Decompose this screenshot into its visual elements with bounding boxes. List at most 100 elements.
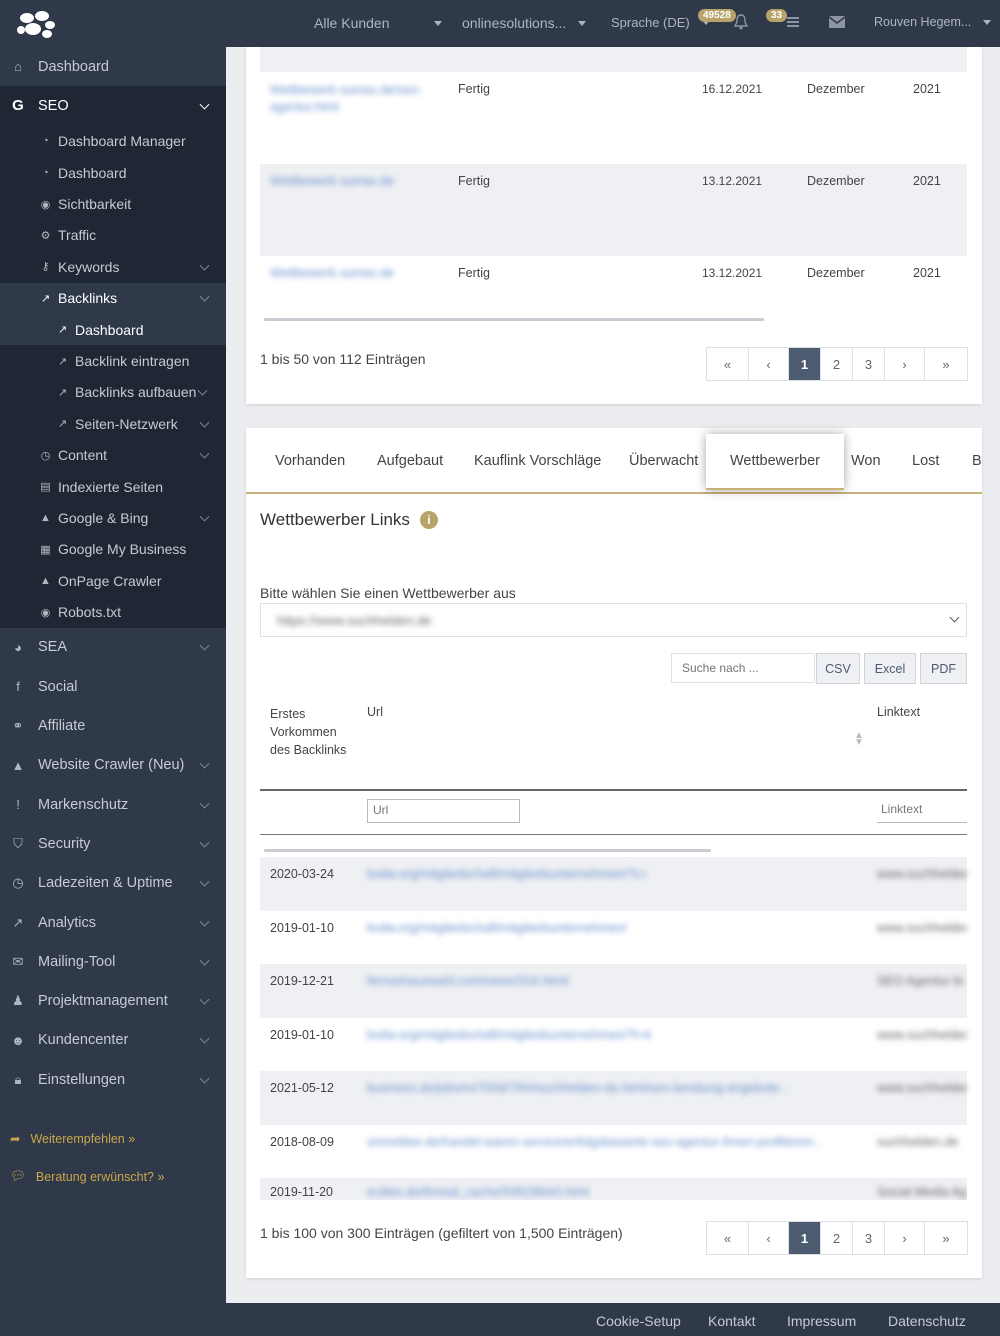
column-header-url[interactable]: Url: [367, 705, 383, 719]
sidebar-item-seiten-netzwerk[interactable]: ↗ Seiten-Netzwerk: [0, 408, 226, 439]
table-row[interactable]: 2019-11-20 ecities.de/thread_cache/50819…: [260, 1178, 967, 1200]
sidebar-item-traffic[interactable]: ⚙ Traffic: [0, 220, 226, 251]
page-3[interactable]: 3: [853, 348, 885, 380]
key-icon: ⚷: [41, 261, 50, 274]
chevron-down-icon: [199, 448, 210, 459]
sidebar-item-google-bing[interactable]: ▲ Google & Bing: [0, 502, 226, 533]
sidebar-item-website-crawler[interactable]: ▲ Website Crawler (Neu): [0, 746, 226, 785]
beratung-link[interactable]: 💬︎ Beratung erwünscht? »: [10, 1169, 164, 1184]
project-select[interactable]: onlinesolutions...: [462, 15, 587, 31]
page-prev[interactable]: ‹: [749, 348, 789, 380]
sidebar-item-indexierte-seiten[interactable]: ▤ Indexierte Seiten: [0, 471, 226, 502]
table-row[interactable]: Wettbewerb sumax.de/seo-agentur.html Fer…: [260, 72, 967, 164]
logo-icon[interactable]: [14, 8, 58, 40]
section-heading: Wettbewerber Links i: [260, 510, 438, 530]
language-select[interactable]: Sprache (DE): [611, 15, 710, 30]
chevron-down-icon: [197, 386, 208, 396]
customer-select[interactable]: Alle Kunden: [314, 15, 442, 31]
table-row[interactable]: 2019-01-10 bvdw.org/mitgliedschaft/mitgl…: [260, 911, 967, 965]
pdf-button[interactable]: PDF: [920, 653, 967, 684]
area-chart-icon: ▲: [11, 757, 25, 773]
info-icon[interactable]: i: [419, 511, 438, 529]
sidebar-item-backlinks-dashboard[interactable]: ↗ Dashboard: [0, 313, 226, 346]
sidebar-item-einstellungen[interactable]: 🔒︎ Einstellungen: [0, 1060, 226, 1099]
sidebar-item-security[interactable]: ⛉ Security: [0, 824, 226, 863]
tab-won[interactable]: Won: [851, 453, 881, 469]
page-prev[interactable]: ‹: [749, 1222, 789, 1254]
sidebar-item-dashboard[interactable]: ⌂ Dashboard: [0, 47, 226, 86]
backlinks-table-card: Wettbewerb sumax.de/seo-agentur.html Fer…: [246, 47, 982, 404]
table-row[interactable]: 2021-05-12 business.de/jobs/m/700d/7f44/…: [260, 1071, 967, 1125]
page-last[interactable]: »: [925, 348, 967, 380]
sidebar-item-dashboard-manager[interactable]: ◔ Dashboard Manager: [0, 126, 226, 157]
search-input[interactable]: [671, 653, 815, 683]
table-row: [260, 47, 967, 72]
sidebar-item-backlink-eintragen[interactable]: ↗ Backlink eintragen: [0, 345, 226, 376]
page-last[interactable]: »: [925, 1222, 967, 1254]
sidebar-item-google-my-business[interactable]: ▦ Google My Business: [0, 534, 226, 565]
bell-icon[interactable]: [734, 14, 748, 30]
sidebar-item-seo-dashboard[interactable]: ◔ Dashboard: [0, 157, 226, 188]
page-1[interactable]: 1: [789, 1222, 821, 1254]
linktext-filter-input[interactable]: Linktext: [877, 799, 967, 823]
competitor-select[interactable]: https://www.suchhelden.de: [260, 603, 967, 637]
page-1[interactable]: 1: [789, 348, 821, 380]
sidebar-item-analytics[interactable]: ↗ Analytics: [0, 903, 226, 942]
tab-lost[interactable]: Lost: [912, 453, 939, 469]
column-header-linktext[interactable]: Linktext: [877, 705, 920, 719]
url-filter-input[interactable]: Url: [367, 799, 520, 823]
envelope-icon[interactable]: [828, 15, 846, 29]
table-row[interactable]: 2018-08-09 onmeldee.de/handel-waren-serv…: [260, 1125, 967, 1179]
sidebar-item-sea[interactable]: ◕ SEA: [0, 628, 226, 667]
table-row[interactable]: Wettbewerb sumax.de Fertig 13.12.2021 De…: [260, 256, 967, 306]
horizontal-scrollbar[interactable]: [264, 849, 711, 852]
sidebar-item-affiliate[interactable]: ⚭ Affiliate: [0, 706, 226, 745]
sidebar-item-social[interactable]: f Social: [0, 667, 226, 706]
sidebar-item-seo[interactable]: G SEO: [0, 86, 226, 126]
sidebar-item-backlinks[interactable]: ↗ Backlinks: [0, 282, 226, 314]
kontakt-link[interactable]: Kontakt: [708, 1313, 755, 1329]
column-header-first[interactable]: Erstes Vorkommen des Backlinks: [270, 705, 350, 759]
chevron-down-icon: [199, 994, 210, 1005]
cookie-setup-link[interactable]: Cookie-Setup: [596, 1313, 681, 1329]
page-first[interactable]: «: [707, 1222, 749, 1254]
sidebar-item-onpage-crawler[interactable]: ▲ OnPage Crawler: [0, 565, 226, 596]
tab-kauflink[interactable]: Kauflink Vorschläge: [474, 453, 601, 469]
datenschutz-link[interactable]: Datenschutz: [888, 1313, 966, 1329]
weiterempfehlen-link[interactable]: ➦ Weiterempfehlen »: [10, 1131, 135, 1147]
table-row[interactable]: Wettbewerb sumax.de Fertig 13.12.2021 De…: [260, 164, 967, 256]
tab-aufgebaut[interactable]: Aufgebaut: [377, 453, 443, 469]
impressum-link[interactable]: Impressum: [787, 1313, 856, 1329]
external-link-icon: ↗: [57, 386, 68, 399]
csv-button[interactable]: CSV: [816, 653, 860, 684]
sidebar-item-backlinks-aufbauen[interactable]: ↗ Backlinks aufbauen: [0, 377, 226, 408]
tab-ueberwacht[interactable]: Überwacht: [629, 453, 698, 469]
sidebar-item-ladezeiten[interactable]: ◷ Ladezeiten & Uptime: [0, 864, 226, 903]
horizontal-scrollbar[interactable]: [264, 318, 764, 321]
tab-wettbewerber[interactable]: Wettbewerber: [706, 434, 844, 490]
page-first[interactable]: «: [707, 348, 749, 380]
sidebar-item-kundencenter[interactable]: ☻ Kundencenter: [0, 1021, 226, 1060]
sidebar-item-content[interactable]: ◷ Content: [0, 440, 226, 471]
table-row[interactable]: 2019-01-10 bvdw.org/mitgliedschaft/mitgl…: [260, 1018, 967, 1072]
sidebar-item-keywords[interactable]: ⚷ Keywords: [0, 251, 226, 282]
page-next[interactable]: ›: [885, 1222, 925, 1254]
sort-icon[interactable]: ▲ ▼: [854, 731, 864, 748]
tasks-icon[interactable]: [786, 15, 800, 29]
table-row[interactable]: 2020-03-24 bvdw.org/mitgliedschaft/mitgl…: [260, 857, 967, 911]
user-menu[interactable]: Rouven Hegem...: [874, 15, 992, 29]
page-next[interactable]: ›: [885, 348, 925, 380]
google-icon: G: [12, 97, 24, 115]
tab-br[interactable]: Br: [972, 453, 982, 469]
sidebar-item-projektmanagement[interactable]: ♟ Projektmanagement: [0, 982, 226, 1021]
page-2[interactable]: 2: [821, 348, 853, 380]
sidebar-item-robots-txt[interactable]: ◉ Robots.txt: [0, 596, 226, 627]
sidebar-item-markenschutz[interactable]: ! Markenschutz: [0, 785, 226, 824]
excel-button[interactable]: Excel: [864, 653, 916, 684]
table-row[interactable]: 2019-12-21 fernsehauswahl.com/news/316.h…: [260, 964, 967, 1018]
sidebar-item-sichtbarkeit[interactable]: ◉ Sichtbarkeit: [0, 188, 226, 219]
page-3[interactable]: 3: [853, 1222, 885, 1254]
tab-vorhanden[interactable]: Vorhanden: [275, 453, 345, 469]
sidebar-item-mailing-tool[interactable]: ✉ Mailing-Tool: [0, 942, 226, 981]
page-2[interactable]: 2: [821, 1222, 853, 1254]
